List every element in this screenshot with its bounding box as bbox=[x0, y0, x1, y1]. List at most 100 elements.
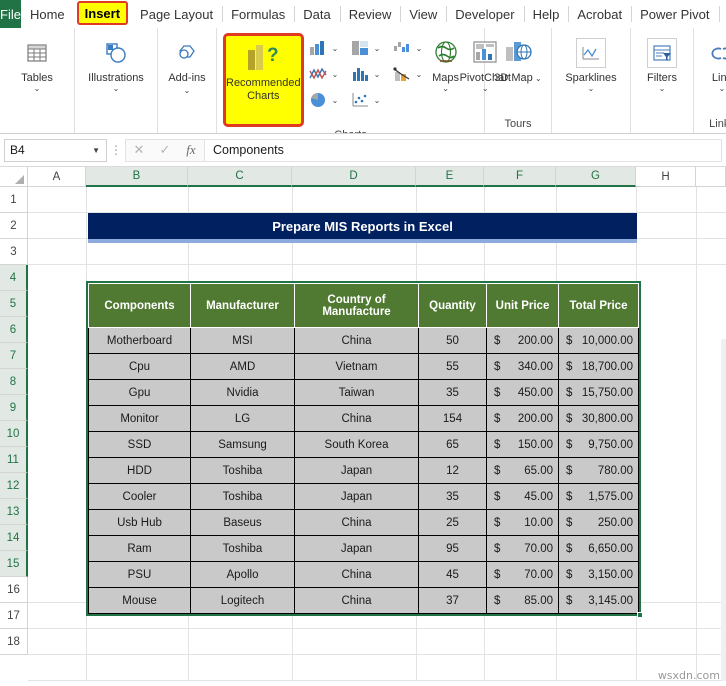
tab-formulas[interactable]: Formulas bbox=[222, 0, 294, 28]
column-chart-button[interactable]: ⌄ bbox=[306, 37, 348, 59]
cell-country[interactable]: Japan bbox=[294, 483, 419, 510]
statistic-chart-button[interactable]: ⌄ bbox=[348, 63, 390, 85]
formula-input[interactable]: Components bbox=[205, 138, 722, 162]
row-header-13[interactable]: 13 bbox=[0, 499, 28, 525]
tab-table[interactable]: Table bbox=[718, 0, 726, 28]
cell-unit-price[interactable]: $70.00 bbox=[486, 535, 559, 562]
tab-review[interactable]: Review bbox=[339, 0, 401, 28]
chevron-down-icon[interactable]: ⌄ bbox=[416, 44, 423, 53]
chevron-down-icon[interactable]: ⌄ bbox=[588, 84, 595, 93]
charts-dialog-launcher[interactable]: ↘ bbox=[470, 133, 480, 134]
cell-quantity[interactable]: 154 bbox=[418, 405, 487, 432]
cell-quantity[interactable]: 95 bbox=[418, 535, 487, 562]
cell-total-price[interactable]: $1,575.00 bbox=[558, 483, 639, 510]
tab-acrobat[interactable]: Acrobat bbox=[568, 0, 631, 28]
column-header-F[interactable]: F bbox=[484, 167, 556, 187]
cell-country[interactable]: China bbox=[294, 327, 419, 354]
chevron-down-icon[interactable]: ⌄ bbox=[442, 84, 449, 93]
combo-chart-button[interactable]: ⌄ bbox=[390, 63, 432, 85]
cell-unit-price[interactable]: $70.00 bbox=[486, 561, 559, 588]
cell-unit-price[interactable]: $45.00 bbox=[486, 483, 559, 510]
row-header-10[interactable]: 10 bbox=[0, 421, 28, 447]
chevron-down-icon[interactable]: ⌄ bbox=[34, 84, 41, 93]
cell-country[interactable]: China bbox=[294, 561, 419, 588]
row-header-17[interactable]: 17 bbox=[0, 603, 28, 629]
row-header-6[interactable]: 6 bbox=[0, 317, 28, 343]
cell-unit-price[interactable]: $340.00 bbox=[486, 353, 559, 380]
cell-manufacturer[interactable]: LG bbox=[190, 405, 295, 432]
row-header-15[interactable]: 15 bbox=[0, 551, 28, 577]
recommended-charts-button[interactable]: ? Recommended Charts bbox=[223, 33, 304, 127]
cell-manufacturer[interactable]: Toshiba bbox=[190, 483, 295, 510]
table-row[interactable]: PSU Apollo China 45 $70.00 $3,150.00 bbox=[88, 561, 639, 588]
illustrations-button[interactable]: Illustrations ⌄ bbox=[81, 32, 151, 93]
link-button[interactable]: Link ⌄ bbox=[700, 32, 726, 93]
cell-manufacturer[interactable]: AMD bbox=[190, 353, 295, 380]
tab-page-layout[interactable]: Page Layout bbox=[131, 0, 222, 28]
cell-component[interactable]: HDD bbox=[88, 457, 191, 484]
cell-quantity[interactable]: 37 bbox=[418, 587, 487, 614]
chevron-down-icon[interactable]: ⌄ bbox=[416, 70, 423, 79]
cell-country[interactable]: China bbox=[294, 587, 419, 614]
cell-total-price[interactable]: $30,800.00 bbox=[558, 405, 639, 432]
tab-view[interactable]: View bbox=[400, 0, 446, 28]
cell-manufacturer[interactable]: Nvidia bbox=[190, 379, 295, 406]
cell-component[interactable]: Cpu bbox=[88, 353, 191, 380]
cell-manufacturer[interactable]: Toshiba bbox=[190, 535, 295, 562]
table-row[interactable]: Gpu Nvidia Taiwan 35 $450.00 $15,750.00 bbox=[88, 379, 639, 406]
row-header-14[interactable]: 14 bbox=[0, 525, 28, 551]
tab-help[interactable]: Help bbox=[523, 0, 569, 28]
row-header-3[interactable]: 3 bbox=[0, 239, 28, 265]
cell-quantity[interactable]: 45 bbox=[418, 561, 487, 588]
cell-quantity[interactable]: 12 bbox=[418, 457, 487, 484]
cell-manufacturer[interactable]: Baseus bbox=[190, 509, 295, 536]
table-row[interactable]: Ram Toshiba Japan 95 $70.00 $6,650.00 bbox=[88, 535, 639, 562]
cell-total-price[interactable]: $6,650.00 bbox=[558, 535, 639, 562]
table-row[interactable]: Cooler Toshiba Japan 35 $45.00 $1,575.00 bbox=[88, 483, 639, 510]
cell-quantity[interactable]: 65 bbox=[418, 431, 487, 458]
column-header-H[interactable]: H bbox=[636, 167, 696, 187]
column-header-C[interactable]: C bbox=[188, 167, 292, 187]
chevron-down-icon[interactable]: ⌄ bbox=[332, 70, 339, 79]
row-header-7[interactable]: 7 bbox=[0, 343, 28, 369]
select-all-corner[interactable] bbox=[0, 167, 28, 187]
pie-chart-button[interactable]: ⌄ bbox=[306, 89, 348, 111]
cell-total-price[interactable]: $780.00 bbox=[558, 457, 639, 484]
scatter-chart-button[interactable]: ⌄ bbox=[348, 89, 390, 111]
cell-manufacturer[interactable]: MSI bbox=[190, 327, 295, 354]
row-header-12[interactable]: 12 bbox=[0, 473, 28, 499]
row-header-18[interactable]: 18 bbox=[0, 629, 28, 655]
cell-unit-price[interactable]: $150.00 bbox=[486, 431, 559, 458]
cell-total-price[interactable]: $18,700.00 bbox=[558, 353, 639, 380]
cell-component[interactable]: Mouse bbox=[88, 587, 191, 614]
cell-component[interactable]: Ram bbox=[88, 535, 191, 562]
table-row[interactable]: Motherboard MSI China 50 $200.00 $10,000… bbox=[88, 327, 639, 354]
cell-total-price[interactable]: $3,150.00 bbox=[558, 561, 639, 588]
column-header-D[interactable]: D bbox=[292, 167, 416, 187]
chevron-down-icon[interactable]: ⌄ bbox=[374, 70, 381, 79]
chevron-down-icon[interactable]: ⌄ bbox=[533, 74, 542, 83]
tab-developer[interactable]: Developer bbox=[446, 0, 523, 28]
filters-button[interactable]: Filters ⌄ bbox=[637, 32, 687, 93]
tab-data[interactable]: Data bbox=[294, 0, 339, 28]
cell-unit-price[interactable]: $450.00 bbox=[486, 379, 559, 406]
row-header-8[interactable]: 8 bbox=[0, 369, 28, 395]
name-box[interactable]: B4 ▼ bbox=[4, 138, 107, 162]
cell-quantity[interactable]: 50 bbox=[418, 327, 487, 354]
maps-button[interactable]: Maps ⌄ bbox=[432, 32, 460, 93]
addins-button[interactable]: Add-ins ⌄ bbox=[164, 32, 210, 96]
cell-country[interactable]: Vietnam bbox=[294, 353, 419, 380]
3d-map-button[interactable]: 3D Map ⌄ bbox=[491, 32, 545, 84]
cell-country[interactable]: China bbox=[294, 405, 419, 432]
cell-total-price[interactable]: $250.00 bbox=[558, 509, 639, 536]
chevron-down-icon[interactable]: ⌄ bbox=[332, 44, 339, 53]
table-row[interactable]: Cpu AMD Vietnam 55 $340.00 $18,700.00 bbox=[88, 353, 639, 380]
cell-component[interactable]: PSU bbox=[88, 561, 191, 588]
cancel-icon[interactable]: ✕ bbox=[126, 142, 152, 158]
tab-power-pivot[interactable]: Power Pivot bbox=[631, 0, 718, 28]
cell-unit-price[interactable]: $85.00 bbox=[486, 587, 559, 614]
table-row[interactable]: Usb Hub Baseus China 25 $10.00 $250.00 bbox=[88, 509, 639, 536]
chevron-down-icon[interactable]: ⌄ bbox=[719, 84, 726, 93]
cell-quantity[interactable]: 35 bbox=[418, 483, 487, 510]
cell-component[interactable]: Gpu bbox=[88, 379, 191, 406]
